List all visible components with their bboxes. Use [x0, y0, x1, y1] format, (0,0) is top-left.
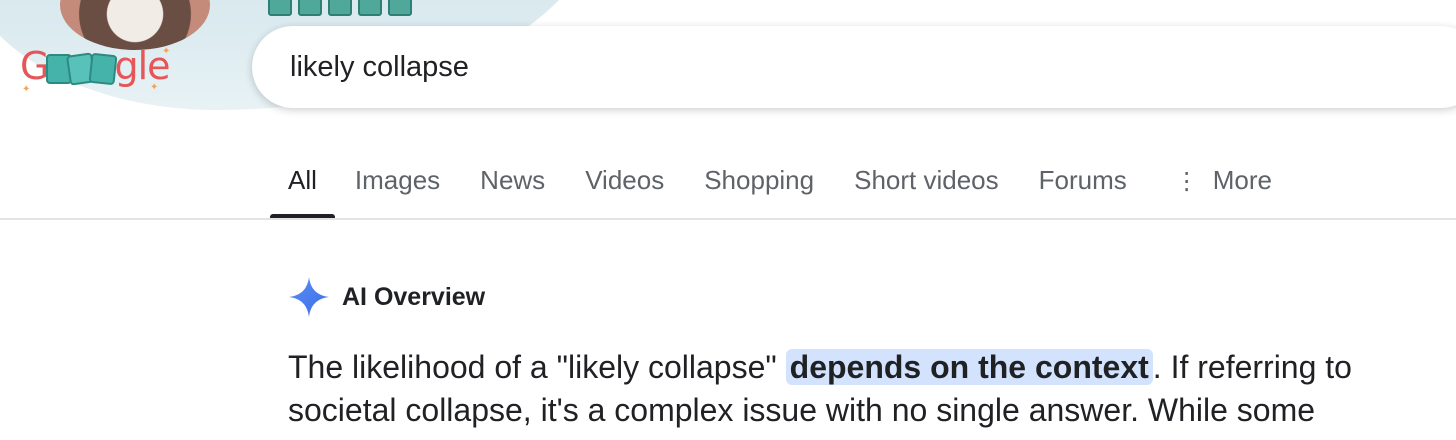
tab-news[interactable]: News: [460, 160, 565, 218]
tab-videos[interactable]: Videos: [565, 160, 684, 218]
logo-letter-g: G: [20, 44, 49, 88]
tab-forums[interactable]: Forums: [1019, 160, 1147, 218]
search-bar[interactable]: [252, 26, 1456, 108]
sparkle-icon: ✦: [162, 46, 170, 57]
ai-text-before: The likelihood of a "likely collapse": [288, 349, 786, 385]
ai-overview-header: AI Overview: [288, 276, 485, 318]
tab-short-videos[interactable]: Short videos: [834, 160, 1019, 218]
ai-text-highlight[interactable]: depends on the context: [785, 349, 1153, 385]
doodle-tiles: [268, 0, 412, 18]
tabs-divider: [0, 218, 1456, 220]
tab-more-label: More: [1212, 165, 1273, 195]
tab-more[interactable]: ⋮ More: [1155, 160, 1292, 218]
ai-overview-title: AI Overview: [342, 282, 486, 311]
tab-all[interactable]: All: [270, 160, 335, 218]
search-input[interactable]: [290, 50, 1190, 84]
tab-images[interactable]: Images: [335, 160, 460, 218]
google-doodle-logo[interactable]: Ggle ✦ ✦ ✦: [20, 44, 171, 95]
sparkle-icon: ✦: [22, 84, 30, 95]
more-vert-icon: ⋮: [1174, 168, 1199, 195]
search-tabs: All Images News Videos Shopping Short vi…: [270, 160, 1292, 218]
tab-shopping[interactable]: Shopping: [684, 160, 834, 218]
sparkle-icon: ✦: [150, 82, 158, 93]
gemini-sparkle-icon: [289, 277, 329, 317]
ai-overview-text: The likelihood of a "likely collapse" de…: [288, 346, 1408, 432]
